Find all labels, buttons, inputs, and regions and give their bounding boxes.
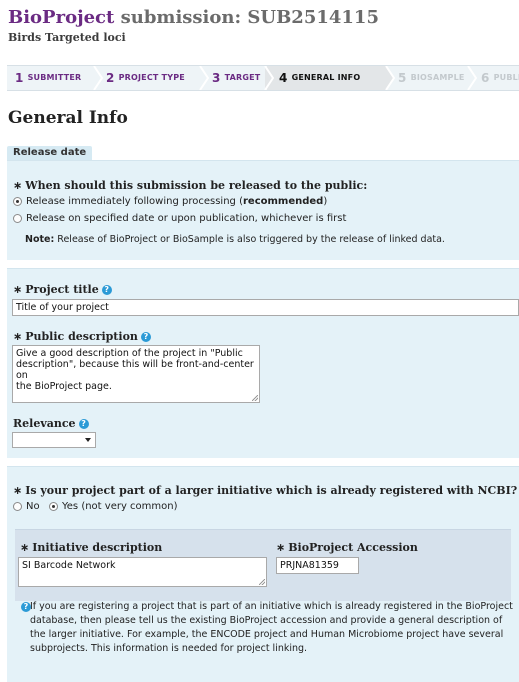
initiative-no-label: No: [26, 501, 40, 512]
release-recommended-text: recommended: [242, 196, 324, 207]
description-line: the BioProject page.: [16, 381, 112, 392]
help-icon[interactable]: ?: [78, 419, 89, 429]
info-line: database, then please tell us the existi…: [30, 615, 503, 626]
info-line: the larger initiative. For example, the …: [30, 629, 504, 640]
step-submitter[interactable]: 1 SUBMITTER: [15, 66, 81, 90]
initiative-question: ∗ Is your project part of a larger initia…: [13, 484, 517, 497]
resize-grip-icon[interactable]: [259, 579, 265, 585]
submission-id: submission: SUB2514115: [114, 7, 379, 28]
initiative-description-value: SI Barcode Network: [22, 560, 116, 571]
submission-subtitle: Birds Targeted loci: [8, 31, 126, 44]
project-title-label-text: Project title: [25, 283, 99, 296]
release-note-label: Note:: [25, 234, 55, 245]
initiative-yes-radio[interactable]: [49, 502, 58, 511]
bioproject-submission-page: BioProject submission: SUB2514115 Birds …: [0, 0, 519, 682]
initiative-description-label-text: Initiative description: [32, 541, 163, 554]
bioproject-accession-label: ∗ BioProject Accession: [276, 541, 418, 554]
page-title: BioProject submission: SUB2514115: [8, 8, 519, 28]
step-number: 1: [15, 71, 24, 85]
step-number: 6: [481, 71, 490, 85]
info-line: subprojects. This information is needed …: [30, 643, 308, 654]
step-number: 2: [106, 71, 115, 85]
asterisk-icon: ∗: [13, 283, 23, 296]
initiative-question-text: Is your project part of a larger initiat…: [25, 484, 518, 497]
asterisk-icon: ∗: [20, 541, 30, 554]
step-label: PUBLI: [493, 73, 519, 82]
public-description-label-text: Public description: [25, 330, 138, 343]
initiative-info-text: ? If you are registering a project that …: [18, 600, 513, 656]
release-date-tab: Release date: [7, 146, 93, 161]
relevance-select[interactable]: [12, 432, 96, 448]
description-line: Give a good description of the project i…: [16, 348, 243, 359]
step-label: SUBMITTER: [27, 73, 82, 82]
bioproject-accession-label-text: BioProject Accession: [288, 541, 418, 554]
release-immediate-suffix: ): [323, 196, 328, 207]
release-question: ∗ When should this submission be released…: [13, 179, 367, 192]
step-label: PROJECT TYPE: [118, 73, 185, 82]
chevron-right-icon: [199, 66, 209, 90]
release-note-text: Release of BioProject or BioSample is al…: [54, 234, 445, 245]
release-note: Note: Release of BioProject or BioSample…: [25, 234, 445, 245]
step-project-type[interactable]: 2 PROJECT TYPE: [106, 66, 185, 90]
release-immediate-prefix: Release immediately following processing…: [26, 196, 243, 207]
resize-grip-icon[interactable]: [252, 395, 258, 401]
wizard-steps: 1 SUBMITTER 2 PROJECT TYPE 3 TARGET 4 GENERA…: [7, 65, 519, 91]
initiative-description-textarea[interactable]: SI Barcode Network: [18, 557, 267, 587]
release-immediate-label: Release immediately following processing…: [26, 196, 327, 207]
chevron-right-icon: [93, 66, 103, 90]
asterisk-icon: ∗: [276, 541, 286, 554]
release-specified-radio[interactable]: [13, 214, 22, 223]
step-number: 3: [212, 71, 221, 85]
chevron-right-icon: [385, 66, 395, 90]
chevron-right-icon: [264, 66, 274, 90]
release-question-text: When should this submission be released …: [25, 179, 368, 192]
initiative-description-label: ∗ Initiative description: [20, 541, 162, 554]
step-number: 4: [279, 71, 288, 85]
release-immediate-option[interactable]: Release immediately following processing…: [13, 196, 327, 207]
asterisk-icon: ∗: [13, 484, 23, 497]
asterisk-icon: ∗: [13, 330, 23, 343]
step-label: BIOSAMPLE: [410, 73, 465, 82]
step-label: TARGET: [224, 73, 261, 82]
description-line: description", because this will be front…: [16, 359, 254, 381]
brand-name: BioProject: [8, 7, 115, 28]
initiative-no-radio[interactable]: [13, 502, 22, 511]
chevron-right-icon: [467, 66, 477, 90]
relevance-label: Relevance?: [13, 417, 89, 430]
initiative-yes-label: Yes (not very common): [62, 501, 178, 512]
initiative-no-option[interactable]: No: [13, 501, 40, 512]
project-title-input[interactable]: Title of your project: [12, 299, 519, 316]
help-icon[interactable]: ?: [140, 332, 151, 342]
relevance-label-text: Relevance: [13, 417, 76, 430]
help-icon[interactable]: ?: [101, 285, 112, 295]
step-biosample: 5 BIOSAMPLE: [398, 66, 465, 90]
public-description-label: ∗ Public description?: [13, 330, 151, 343]
step-label: GENERAL INFO: [291, 73, 361, 82]
step-publication: 6 PUBLI: [481, 66, 519, 90]
bioproject-accession-input[interactable]: PRJNA81359: [276, 557, 359, 574]
release-immediate-radio[interactable]: [13, 197, 22, 206]
release-specified-label: Release on specified date or upon public…: [26, 213, 347, 224]
info-line: If you are registering a project that is…: [30, 601, 513, 612]
step-general-info[interactable]: 4 GENERAL INFO: [279, 66, 360, 90]
section-heading: General Info: [8, 108, 128, 128]
release-date-panel: [7, 160, 519, 260]
dropdown-arrow-icon: [85, 438, 91, 442]
release-specified-option[interactable]: Release on specified date or upon public…: [13, 213, 346, 224]
initiative-yes-option[interactable]: Yes (not very common): [49, 501, 178, 512]
asterisk-icon: ∗: [13, 179, 23, 192]
project-title-label: ∗ Project title?: [13, 283, 112, 296]
public-description-textarea[interactable]: Give a good description of the project i…: [12, 345, 260, 403]
step-number: 5: [398, 71, 407, 85]
step-target[interactable]: 3 TARGET: [212, 66, 260, 90]
info-icon: ?: [21, 602, 31, 612]
